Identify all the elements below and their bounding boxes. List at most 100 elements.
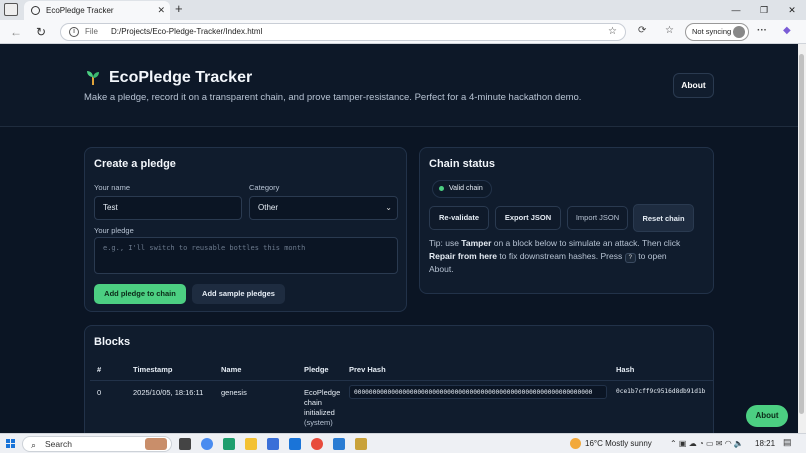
app-title: EcoPledge Tracker [109, 69, 253, 86]
tip-text-1: Tip: use [429, 238, 462, 248]
tip-tamper: Tamper [461, 238, 492, 248]
task-view-icon[interactable] [179, 438, 191, 450]
category-value: Other [258, 203, 279, 212]
notifications-icon[interactable]: ▤ [783, 437, 792, 448]
page-scrollbar[interactable] [798, 44, 806, 433]
scrollbar-thumb[interactable] [799, 54, 804, 414]
weather-sun-icon [570, 438, 581, 450]
extensions-icon[interactable]: ⟳ [638, 25, 646, 36]
new-tab-button[interactable]: + [175, 1, 183, 16]
outlook-icon[interactable] [289, 438, 301, 450]
info-icon[interactable]: i [69, 27, 79, 37]
profile-avatar [733, 26, 745, 38]
weather-text: 16°C Mostly sunny [585, 439, 652, 448]
minimize-icon[interactable]: — [722, 0, 750, 20]
edge-app-icon[interactable] [223, 438, 235, 450]
start-icon[interactable] [6, 439, 16, 449]
url-field[interactable]: i File D:/Projects/Eco-Pledge-Tracker/In… [60, 23, 626, 41]
blocks-heading: Blocks [94, 336, 131, 348]
favorite-star-icon[interactable]: ☆ [608, 24, 617, 40]
row-pledge-line: EcoPledge [304, 388, 341, 397]
col-prev-hash: Prev Hash [349, 365, 386, 374]
row-pledge-line: chain [304, 398, 322, 407]
col-hash: Hash [616, 365, 635, 374]
copilot-app-icon[interactable] [201, 438, 213, 450]
address-bar: ← ↻ i File D:/Projects/Eco-Pledge-Tracke… [0, 20, 806, 44]
refresh-icon[interactable]: ↻ [36, 24, 46, 40]
about-button[interactable]: About [673, 73, 714, 98]
app-icon[interactable] [355, 438, 367, 450]
system-tray[interactable]: ⌃ ▣ ☁ ◔ ▭ ✉ ◠ 🔈 [670, 438, 744, 450]
app-page: EcoPledge Tracker Make a pledge, record … [0, 44, 798, 433]
col-name: Name [221, 365, 242, 374]
copilot-icon[interactable]: ◆ [783, 25, 791, 36]
chain-status-heading: Chain status [429, 158, 496, 170]
name-input[interactable]: Test [94, 196, 242, 220]
back-icon[interactable]: ← [10, 24, 22, 40]
col-pledge: Pledge [304, 365, 329, 374]
pledge-label: Your pledge [94, 226, 134, 235]
search-highlight-image [145, 438, 167, 450]
globe-icon [31, 6, 40, 15]
tip-repair: Repair from here [429, 250, 498, 261]
category-select[interactable]: Other ⌄ [249, 196, 398, 220]
valid-chain-label: Valid chain [449, 185, 483, 192]
valid-chain-badge: Valid chain [432, 180, 492, 198]
browser-tab-strip: EcoPledge Tracker ✕ + — ❐ ✕ [0, 0, 806, 20]
maximize-icon[interactable]: ❐ [750, 0, 778, 20]
sprout-icon [87, 71, 99, 85]
browser-tab[interactable]: EcoPledge Tracker ✕ [24, 1, 170, 20]
tab-title: EcoPledge Tracker [46, 6, 114, 15]
floating-about-button[interactable]: About [746, 405, 788, 427]
favorites-icon[interactable]: ☆ [665, 25, 674, 36]
row-name: genesis [221, 388, 247, 397]
revalidate-button[interactable]: Re-validate [429, 206, 489, 230]
create-pledge-card: Create a pledge Your name Test Category … [84, 147, 407, 312]
row-pledge-line: (system) [304, 418, 333, 427]
export-json-button[interactable]: Export JSON [495, 206, 561, 230]
file-explorer-icon[interactable] [245, 438, 257, 450]
tip-text-3: to fix downstream hashes. Press [497, 250, 625, 261]
table-header-divider [90, 380, 714, 381]
sync-label: Not syncing [692, 27, 732, 36]
row-index: 0 [97, 388, 102, 397]
app-tagline: Make a pledge, record it on a transparen… [84, 92, 582, 103]
import-json-button[interactable]: Import JSON [567, 206, 628, 230]
weather-widget[interactable]: 16°C Mostly sunny [570, 438, 652, 450]
vscode-icon[interactable] [333, 438, 345, 450]
about-shortcut-key: ? [624, 252, 636, 263]
row-prev-hash: 0000000000000000000000000000000000000000… [349, 385, 607, 399]
row-pledge: EcoPledge chain initialized (system) [304, 388, 340, 428]
taskbar-clock[interactable]: 18:21 [755, 438, 775, 450]
add-sample-pledges-button[interactable]: Add sample pledges [192, 284, 285, 304]
col-index: # [97, 365, 102, 374]
url-text[interactable]: D:/Projects/Eco-Pledge-Tracker/Index.htm… [111, 24, 262, 40]
status-dot-icon [439, 186, 444, 191]
close-window-icon[interactable]: ✕ [778, 0, 806, 20]
close-tab-icon[interactable]: ✕ [157, 1, 165, 20]
reset-chain-button[interactable]: Reset chain [633, 204, 694, 232]
tab-actions-icon[interactable] [4, 3, 18, 16]
taskbar-search[interactable]: ⌕ Search [22, 436, 172, 452]
pledge-textarea[interactable]: e.g., I'll switch to reusable bottles th… [94, 237, 398, 274]
tip-text-2: on a block below to simulate an attack. … [491, 238, 681, 248]
category-label: Category [249, 183, 280, 192]
add-pledge-button[interactable]: Add pledge to chain [94, 284, 186, 304]
store-icon[interactable] [267, 438, 279, 450]
app-header: EcoPledge Tracker Make a pledge, record … [0, 44, 798, 127]
row-pledge-line: initialized [304, 408, 335, 417]
window-controls: — ❐ ✕ [722, 0, 806, 20]
row-hash: 0ce1b7cff9c9516d8db91d1b [616, 388, 706, 395]
url-scheme: File [85, 27, 98, 36]
sync-button[interactable]: Not syncing [685, 23, 749, 41]
chrome-icon[interactable] [311, 438, 323, 450]
more-menu-icon[interactable]: ··· [757, 25, 767, 36]
taskbar-search-label: Search [45, 439, 72, 449]
tamper-tip: Tip: use Tamper on a block below to simu… [429, 237, 693, 275]
blocks-card: Blocks [84, 325, 714, 433]
search-icon: ⌕ [31, 440, 37, 450]
chevron-down-icon: ⌄ [385, 203, 392, 212]
name-label: Your name [94, 183, 130, 192]
row-timestamp: 2025/10/05, 18:16:11 [133, 388, 204, 397]
col-timestamp: Timestamp [133, 365, 173, 374]
